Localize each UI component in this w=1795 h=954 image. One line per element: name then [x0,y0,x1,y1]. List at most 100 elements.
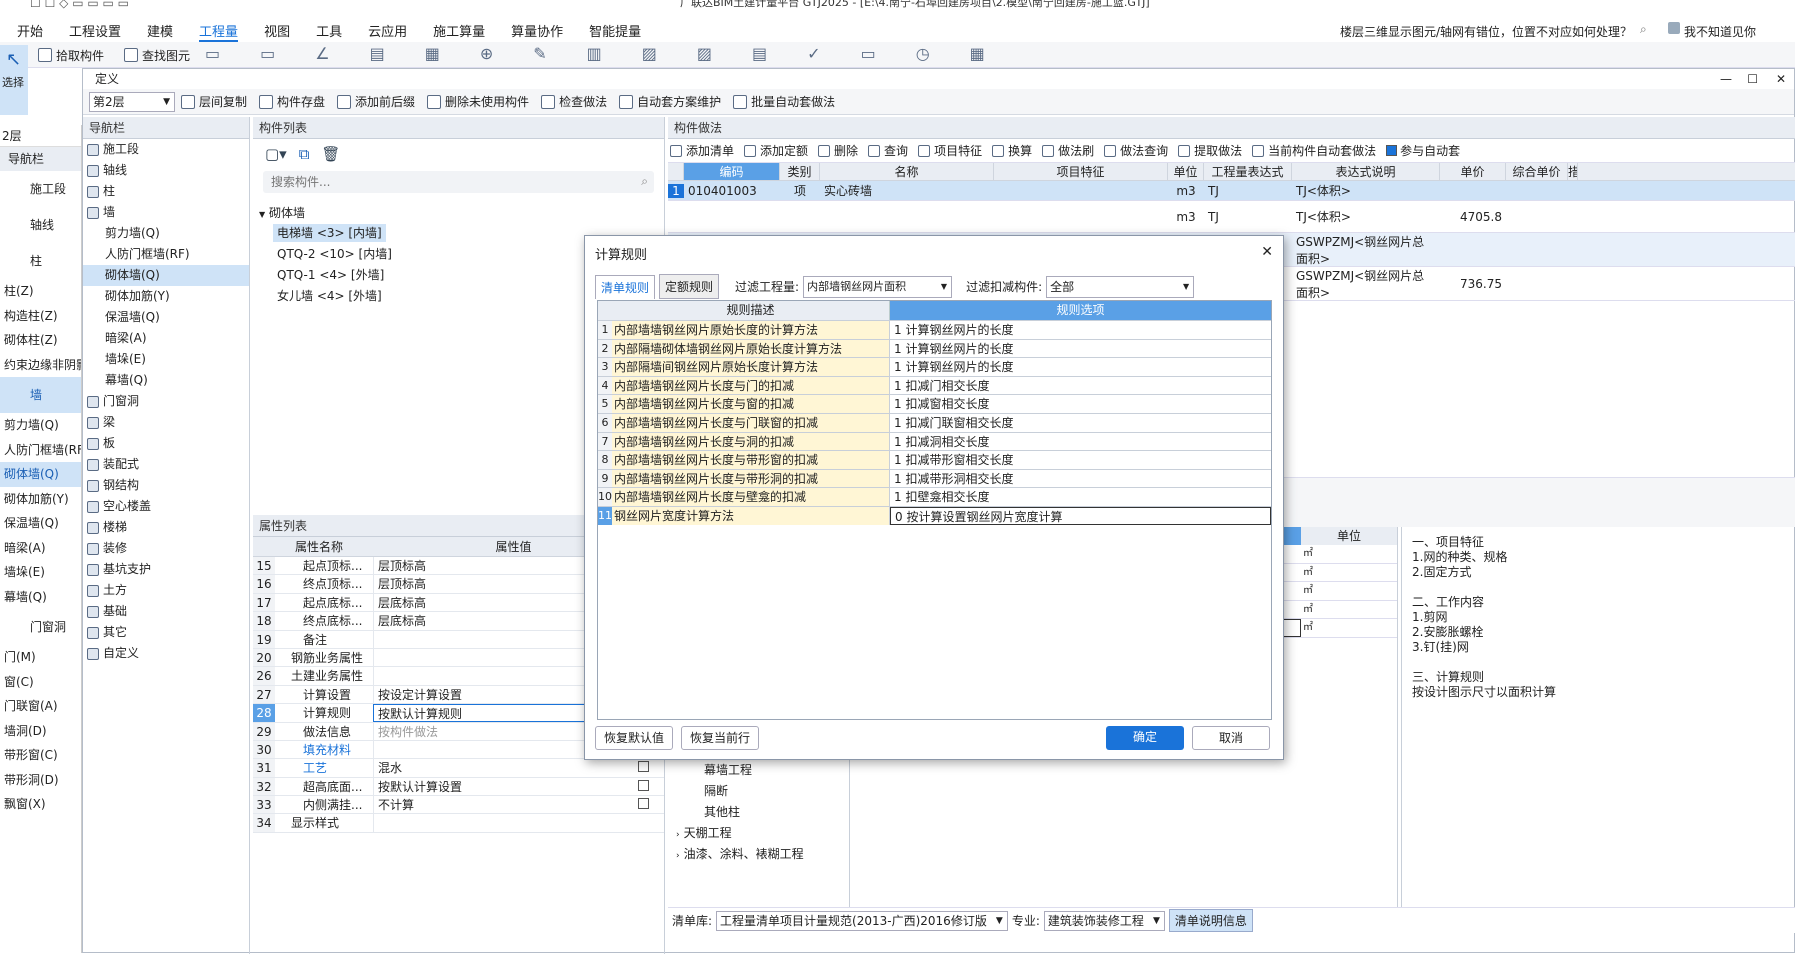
toolbar-button[interactable]: 层间复制 [181,93,247,110]
methods-tool-button[interactable]: 当前构件自动套做法 [1252,142,1376,159]
toolbar-button[interactable]: 自动套方案维护 [619,93,721,110]
restore-row-button[interactable]: 恢复当前行 [681,726,759,750]
tool-icon[interactable]: ▦ [425,44,440,64]
nav-item[interactable]: 楼梯 [83,517,249,538]
menu-item[interactable]: 工程设置 [69,21,121,42]
property-row[interactable]: 32 超高底面... 按默认计算设置 [253,777,664,797]
rule-row[interactable]: 3 内部隔墙间钢丝网片原始长度计算方法 1 计算钢丝网片的长度 [598,357,1271,376]
rule-row[interactable]: 1 内部墙墙钢丝网片原始长度的计算方法 1 计算钢丝网片的长度 [598,320,1271,339]
left-nav-item[interactable]: 墙 [0,377,81,413]
nav-item[interactable]: 梁 [83,412,249,433]
nav-item[interactable]: 轴线 [83,160,249,181]
tree-item[interactable]: 其他柱 [676,802,804,823]
nav-item[interactable]: 墙垛(E) [83,349,249,370]
nav-item[interactable]: 装修 [83,538,249,559]
menu-item[interactable]: 建模 [147,21,173,42]
methods-tool-button[interactable]: 删除 [818,142,858,159]
nav-item[interactable]: 砌体加筋(Y) [83,286,249,307]
menu-item[interactable]: 算量协作 [511,21,563,42]
copy-icon[interactable]: ⧉ [299,145,310,163]
select-button[interactable]: ↖ 选择 [0,45,28,115]
nav-item[interactable]: 柱 [83,181,249,202]
methods-tool-button[interactable]: 添加清单 [670,142,734,159]
left-nav-item[interactable]: 门联窗(A) [0,694,81,719]
rule-row[interactable]: 7 内部墙墙钢丝网片长度与洞的扣减 1 扣减洞相交长度 [598,431,1271,451]
tree-item[interactable]: 隔断 [676,781,804,802]
left-nav-item[interactable]: 柱 [0,243,81,279]
filter-qty-dropdown[interactable]: 内部墙钢丝网片面积 ▼ [803,275,953,298]
checkbox[interactable] [638,779,649,791]
tree-item[interactable]: 幕墙工程 [676,760,804,781]
left-nav-item[interactable]: 砌体墙(Q) [0,462,81,487]
minimize-icon[interactable]: — [1720,69,1732,89]
toolbar-button[interactable]: 删除未使用构件 [427,93,529,110]
help-search[interactable]: 楼层三维显示图元/轴网有错位，位置不对应如何处理？ [1340,23,1632,40]
nav-item[interactable]: 装配式 [83,454,249,475]
left-nav-item[interactable]: 暗梁(A) [0,536,81,561]
left-nav-item[interactable]: 约束边缘非阴影 [0,353,81,378]
rule-row[interactable]: 6 内部墙墙钢丝网片长度与门联窗的扣减 1 扣减门联窗相交长度 [598,412,1271,432]
nav-item[interactable]: 自定义 [83,643,249,664]
left-nav-item[interactable]: 带形窗(C) [0,743,81,768]
property-row[interactable]: 33 内侧满挂... 不计算 [253,796,664,815]
methods-tool-button[interactable]: 项目特征 [918,142,982,159]
left-nav-item[interactable]: 墙洞(D) [0,719,81,744]
methods-tool-button[interactable]: 换算 [992,142,1032,159]
left-nav-item[interactable]: 剪力墙(Q) [0,413,81,438]
tool-icon[interactable]: ▭ [260,44,275,64]
nav-item[interactable]: 墙 [83,202,249,223]
rule-row[interactable]: 5 内部墙墙钢丝网片长度与窗的扣减 1 扣减窗相交长度 [598,394,1271,413]
tool-icon[interactable]: ✎ [533,44,546,64]
tab-list-rules[interactable]: 清单规则 [595,274,656,299]
tab-quota-rules[interactable]: 定额规则 [659,274,720,299]
nav-item[interactable]: 门窗洞 [83,391,249,412]
checkbox[interactable] [638,798,649,810]
close-icon[interactable]: ✕ [1776,69,1786,89]
tree-group[interactable]: ▼ 砌体墙 [253,203,664,223]
nav-item[interactable]: 其它 [83,622,249,643]
menu-item[interactable]: 开始 [17,21,43,42]
nav-item[interactable]: 土方 [83,580,249,601]
nav-item[interactable]: 施工段 [83,139,249,160]
cancel-button[interactable]: 取消 [1192,726,1270,750]
left-nav-item[interactable]: 墙垛(E) [0,560,81,585]
tool-icon[interactable]: ▤ [752,44,767,64]
floor-select[interactable]: 2层 [0,125,81,147]
rule-row[interactable]: 2 内部隔墙砌体墙钢丝网片原始长度计算方法 1 计算钢丝网片的长度 [598,338,1271,358]
rule-row[interactable]: 4 内部墙墙钢丝网片长度与门的扣减 1 扣减门相交长度 [598,375,1271,395]
methods-tool-button[interactable]: 做法查询 [1104,142,1168,159]
filter-deduct-dropdown[interactable]: 全部 ▼ [1046,275,1195,298]
tool-icon[interactable]: ∠ [315,44,329,64]
tool-icon[interactable]: ▥ [587,44,602,64]
dialog-close-icon[interactable]: ✕ [1261,244,1273,260]
nav-item[interactable]: 暗梁(A) [83,328,249,349]
pick-component-button[interactable]: 拾取构件 [34,44,108,66]
tool-icon[interactable]: ▨ [642,44,657,64]
nav-item[interactable]: 钢结构 [83,475,249,496]
left-nav-item[interactable]: 飘窗(X) [0,792,81,817]
specialty-dropdown[interactable]: 建筑装饰装修工程 ▼ [1043,910,1165,931]
left-nav-item[interactable]: 保温墙(Q) [0,511,81,536]
tool-icon[interactable]: ⊕ [480,44,493,64]
left-nav-item[interactable]: 带形洞(D) [0,768,81,793]
left-nav-item[interactable]: 砌体加筋(Y) [0,487,81,512]
checkbox[interactable] [638,761,649,773]
table-row[interactable]: m3 TJ TJ<体积> 4705.8 [668,201,1795,233]
nav-item[interactable]: 剪力墙(Q) [83,223,249,244]
tool-icon[interactable]: ▨ [697,44,712,64]
menu-item[interactable]: 施工算量 [433,21,485,42]
search-icon[interactable]: ⌕ [1640,22,1647,37]
methods-tool-button[interactable]: 添加定额 [744,142,808,159]
new-component-icon[interactable]: ▢▾ [265,145,287,163]
nav-item[interactable]: 基坑支护 [83,559,249,580]
tree-item[interactable]: › 油漆、涂料、裱糊工程 [676,844,804,865]
left-nav-item[interactable]: 门窗洞 [0,609,81,645]
toolbar-button[interactable]: 构件存盘 [259,93,325,110]
menu-item[interactable]: 工程量 [199,21,239,42]
methods-tool-button[interactable]: 参与自动套 [1386,142,1460,159]
maximize-icon[interactable]: ☐ [1747,69,1758,89]
tool-icon[interactable]: ▭ [205,44,220,64]
left-nav-item[interactable]: 构造柱(Z) [0,304,81,329]
table-row[interactable]: 1 010401003 项实心砖墙 m3 TJ TJ<体积> [668,181,1795,201]
user-avatar-icon[interactable] [1668,22,1680,34]
